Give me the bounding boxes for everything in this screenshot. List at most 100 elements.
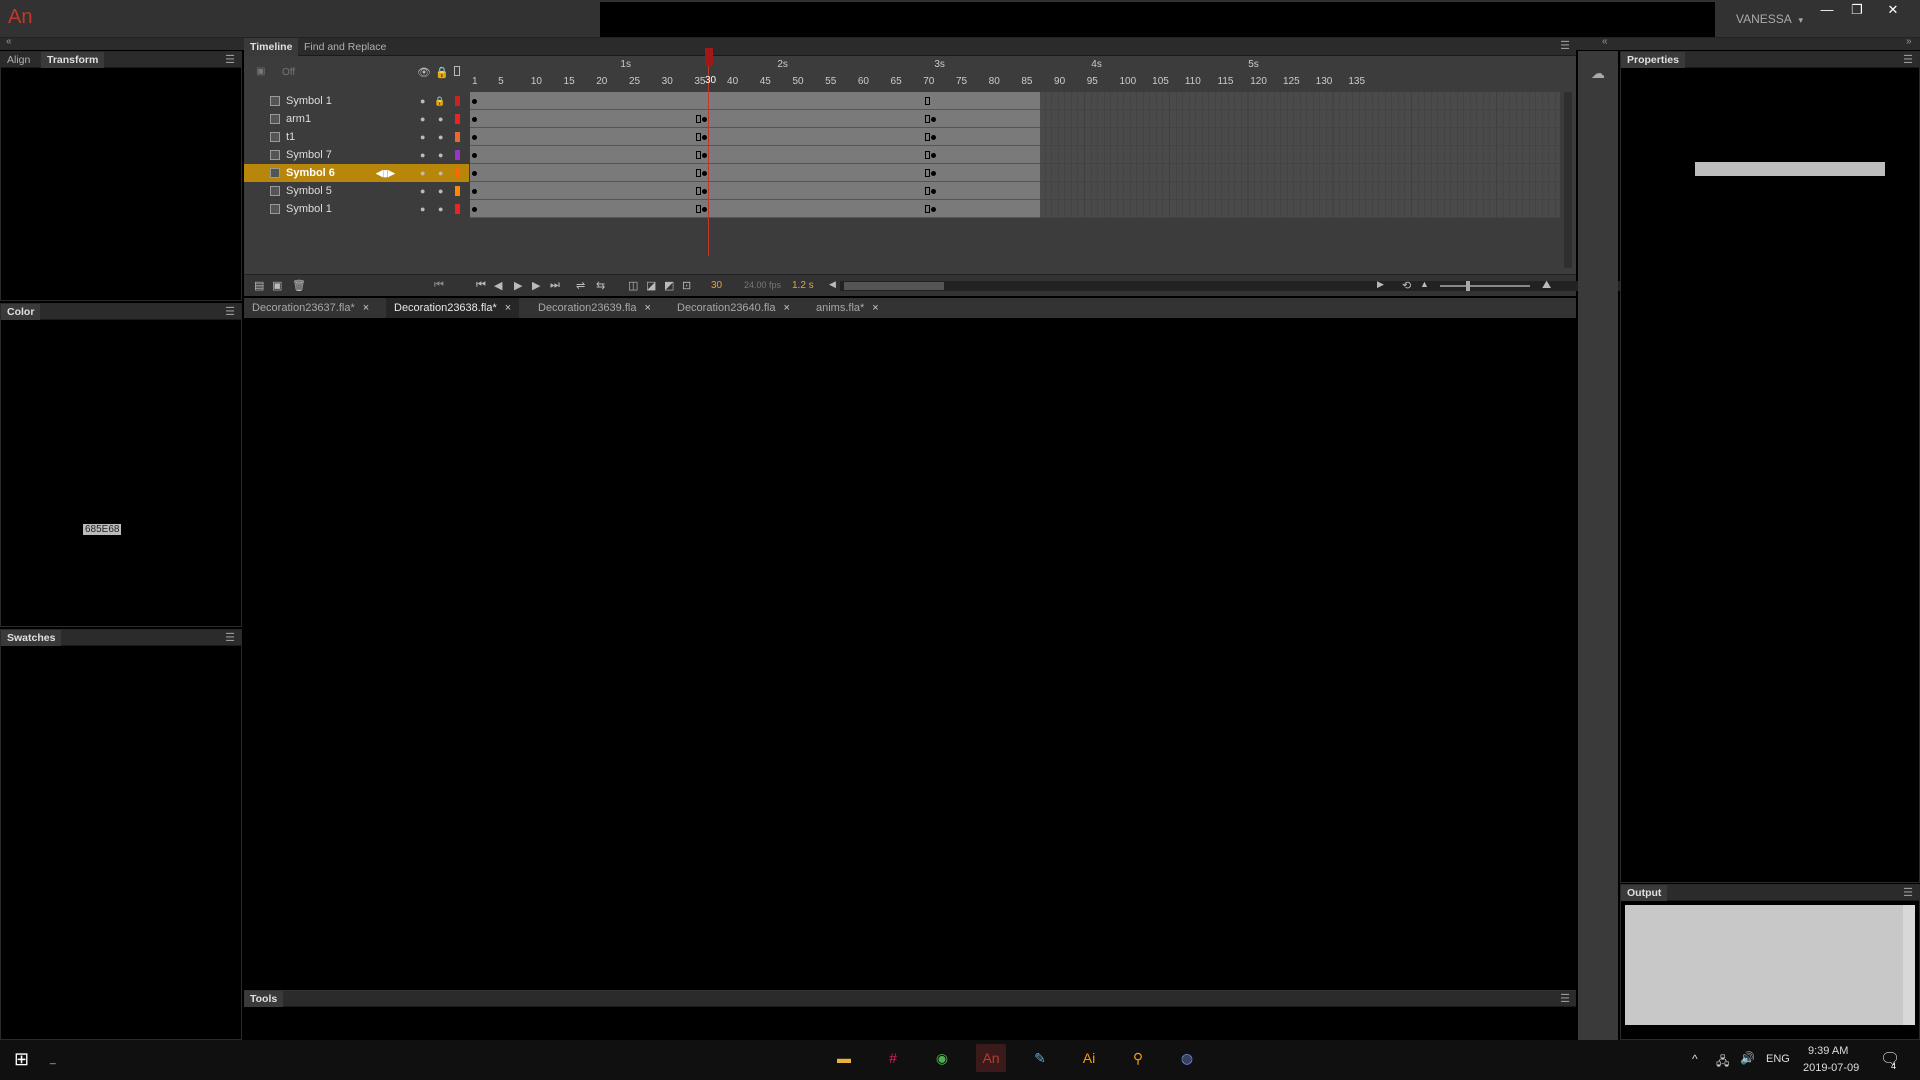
panel-menu-icon[interactable]: ☰ bbox=[225, 631, 235, 644]
keyframe[interactable] bbox=[702, 171, 708, 176]
frame-number[interactable]: 65 bbox=[891, 76, 902, 87]
close-tab-icon[interactable]: × bbox=[363, 302, 369, 314]
frame-number[interactable]: 80 bbox=[989, 76, 1000, 87]
frame-number[interactable]: 40 bbox=[727, 76, 738, 87]
frame-number[interactable]: 60 bbox=[858, 76, 869, 87]
document-tab[interactable]: Decoration23639.fla × bbox=[530, 298, 659, 318]
lock-dot-icon[interactable]: ● bbox=[438, 200, 443, 218]
tab-transform[interactable]: Transform bbox=[41, 52, 105, 68]
keyframe[interactable] bbox=[702, 117, 708, 122]
slack-icon[interactable]: # bbox=[878, 1044, 908, 1072]
document-tab[interactable]: Decoration23637.fla* × bbox=[244, 298, 377, 318]
frame-number[interactable]: 100 bbox=[1119, 76, 1136, 87]
play-icon[interactable]: ▶ bbox=[514, 279, 522, 292]
windows-start-icon[interactable]: ⊞ bbox=[14, 1049, 29, 1070]
frame-number[interactable]: 30 bbox=[662, 76, 673, 87]
layer-color-swatch[interactable] bbox=[455, 204, 460, 214]
collapse-left-icon[interactable]: « bbox=[6, 36, 12, 47]
visibility-dot-icon[interactable]: ● bbox=[420, 200, 425, 218]
keyframe[interactable] bbox=[472, 171, 477, 176]
tab-swatches[interactable]: Swatches bbox=[1, 630, 62, 646]
properties-field[interactable] bbox=[1695, 162, 1885, 176]
zoom-in-icon[interactable]: ⛰ bbox=[1542, 279, 1551, 292]
tab-align[interactable]: Align bbox=[1, 52, 36, 68]
fps-field[interactable]: 24.00 fps bbox=[744, 280, 781, 290]
frame-number[interactable]: 70 bbox=[923, 76, 934, 87]
edit-multiple-icon[interactable]: ◩ bbox=[664, 279, 674, 292]
panel-menu-icon[interactable]: ☰ bbox=[1560, 39, 1570, 52]
tween-span[interactable] bbox=[470, 110, 1040, 128]
volume-icon[interactable]: 🔊 bbox=[1740, 1051, 1755, 1065]
search-app-icon[interactable]: ⚲ bbox=[1123, 1044, 1153, 1072]
layer-color-swatch[interactable] bbox=[455, 186, 460, 196]
keyframe[interactable] bbox=[702, 207, 708, 212]
lock-dot-icon[interactable]: ● bbox=[438, 110, 443, 128]
frame-number[interactable]: 45 bbox=[760, 76, 771, 87]
visibility-dot-icon[interactable]: ● bbox=[420, 164, 425, 182]
frame-number[interactable]: 25 bbox=[629, 76, 640, 87]
discord-icon[interactable]: ◍ bbox=[1172, 1044, 1202, 1072]
keyframe[interactable] bbox=[931, 135, 937, 140]
layer-name[interactable]: Symbol 7 bbox=[286, 146, 332, 164]
visibility-dot-icon[interactable]: ● bbox=[420, 92, 425, 110]
lock-dot-icon[interactable]: ● bbox=[438, 146, 443, 164]
loop-icon[interactable]: ⇌ bbox=[576, 279, 585, 292]
restore-button[interactable]: ❐ bbox=[1842, 0, 1872, 20]
layer-color-swatch[interactable] bbox=[455, 132, 460, 142]
hex-value-field[interactable]: 685E68 bbox=[83, 524, 122, 535]
frame-number[interactable]: 20 bbox=[596, 76, 607, 87]
frame-number[interactable]: 105 bbox=[1152, 76, 1169, 87]
creative-cloud-libraries-icon[interactable]: ☁ bbox=[1586, 65, 1610, 85]
end-frame[interactable] bbox=[696, 115, 702, 123]
keyframe[interactable] bbox=[931, 171, 937, 176]
chrome-icon[interactable]: ◉ bbox=[927, 1044, 957, 1072]
keyframe[interactable] bbox=[931, 207, 937, 212]
output-text-area[interactable] bbox=[1625, 905, 1903, 1025]
document-tab[interactable]: Decoration23638.fla* × bbox=[386, 298, 520, 318]
end-frame[interactable] bbox=[925, 97, 931, 105]
frame-number[interactable]: 120 bbox=[1250, 76, 1267, 87]
frame-number[interactable]: 35 bbox=[694, 76, 705, 87]
playhead-handle[interactable] bbox=[705, 48, 713, 66]
frame-number[interactable]: 95 bbox=[1087, 76, 1098, 87]
keyframe[interactable] bbox=[931, 153, 937, 158]
panel-menu-icon[interactable]: ☰ bbox=[1560, 992, 1570, 1005]
scrollbar-thumb[interactable] bbox=[844, 282, 944, 290]
layer-row[interactable]: Symbol 7 ● ● bbox=[244, 146, 469, 164]
zoom-out-icon[interactable]: ▲ bbox=[1420, 279, 1429, 289]
lock-icon[interactable]: 🔒 bbox=[434, 92, 445, 110]
panel-menu-icon[interactable]: ☰ bbox=[225, 305, 235, 318]
keyframe[interactable] bbox=[702, 135, 708, 140]
onion-outline-icon[interactable]: ◪ bbox=[646, 279, 656, 292]
keyframe[interactable] bbox=[702, 189, 708, 194]
layer-row[interactable]: Symbol 6 ◀▮▶ ● ● bbox=[244, 164, 469, 182]
layer-name[interactable]: Symbol 1 bbox=[286, 92, 332, 110]
minimize-button[interactable]: — bbox=[1812, 0, 1842, 20]
end-frame[interactable] bbox=[925, 169, 931, 177]
timeline-ruler[interactable]: ▣ Off 👁 🔒 bbox=[244, 56, 1576, 92]
frame-number[interactable]: 130 bbox=[1316, 76, 1333, 87]
layer-row[interactable]: Symbol 1 ● 🔒 bbox=[244, 92, 469, 110]
scroll-left-icon[interactable]: ◀ bbox=[829, 279, 836, 290]
frame-number[interactable]: 50 bbox=[792, 76, 803, 87]
end-frame[interactable] bbox=[696, 133, 702, 141]
close-tab-icon[interactable]: × bbox=[783, 302, 789, 314]
layer-name[interactable]: Symbol 6 bbox=[286, 164, 335, 182]
stage[interactable] bbox=[244, 318, 1576, 988]
end-frame[interactable] bbox=[696, 151, 702, 159]
visibility-dot-icon[interactable]: ● bbox=[420, 128, 425, 146]
frame-number[interactable]: 10 bbox=[531, 76, 542, 87]
end-frame[interactable] bbox=[925, 205, 931, 213]
tween-span[interactable] bbox=[470, 200, 1040, 218]
expand-right-icon[interactable]: » bbox=[1906, 36, 1912, 47]
lock-icon[interactable]: 🔒 bbox=[435, 66, 449, 79]
document-tab[interactable]: anims.fla* × bbox=[808, 298, 887, 318]
frame-number[interactable]: 1 bbox=[472, 76, 478, 87]
lock-dot-icon[interactable]: ● bbox=[438, 164, 443, 182]
layer-row[interactable]: t1 ● ● bbox=[244, 128, 469, 146]
panel-menu-icon[interactable]: ☰ bbox=[225, 53, 235, 66]
paint-icon[interactable]: ✎ bbox=[1025, 1044, 1055, 1072]
frame-number[interactable]: 135 bbox=[1348, 76, 1365, 87]
close-tab-icon[interactable]: × bbox=[872, 302, 878, 314]
frame-number[interactable]: 55 bbox=[825, 76, 836, 87]
